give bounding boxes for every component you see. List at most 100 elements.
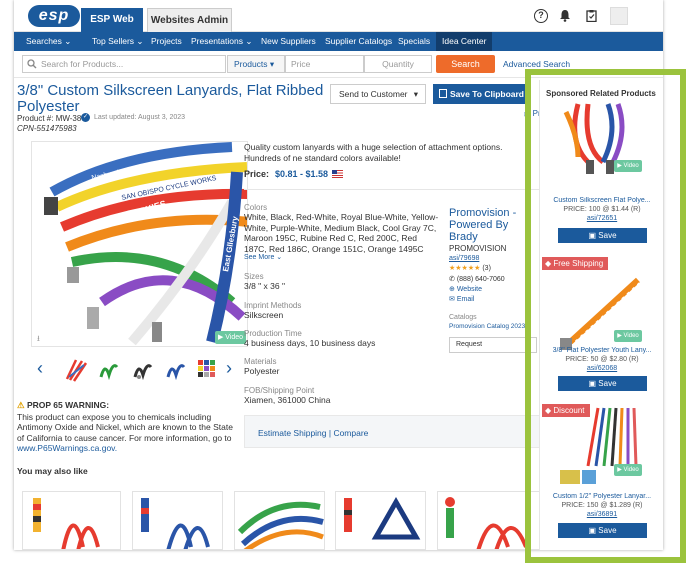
send-label: Send to Customer bbox=[339, 89, 408, 99]
product-description: Quality custom lanyards with a huge sele… bbox=[244, 142, 503, 163]
divider bbox=[244, 189, 540, 190]
sponsored-asi[interactable]: asi/62068 bbox=[543, 365, 661, 372]
clipboard-label: Save To Clipboard bbox=[450, 89, 524, 99]
production-label: Production Time bbox=[244, 329, 302, 338]
supplier-code: PROMOVISION bbox=[449, 244, 507, 253]
may-like-item[interactable] bbox=[437, 491, 539, 550]
nav-item-searches[interactable]: Searches ⌄ bbox=[26, 32, 71, 51]
badge-label: Free Shipping bbox=[553, 259, 604, 268]
warning-icon: ⚠ bbox=[17, 400, 25, 410]
estimate-shipping-link[interactable]: Estimate Shipping | Compare bbox=[258, 428, 368, 438]
main-product-image[interactable]: Nashua Leadership Conference SAN OBISPO … bbox=[31, 141, 248, 347]
nav-item-supplier-catalogs[interactable]: Supplier Catalogs bbox=[325, 32, 392, 51]
thumbnail[interactable] bbox=[64, 357, 89, 382]
supplier-name[interactable]: Promovision - Powered By Brady bbox=[449, 207, 539, 243]
fob-value: Xiamen, 361000 China bbox=[244, 395, 331, 405]
sponsored-name[interactable]: Custom 1/2" Polyester Lanyar... bbox=[543, 493, 661, 500]
video-badge[interactable]: ▶ Video bbox=[614, 464, 642, 476]
caret-down-icon: ▾ bbox=[530, 89, 535, 99]
review-count: (3) bbox=[482, 265, 491, 272]
catalog-link[interactable]: Promovision Catalog 2023 bbox=[449, 323, 525, 330]
category-select[interactable]: Products ▾ bbox=[227, 55, 285, 73]
supplier-card: Promovision - Powered By Brady PROMOVISI… bbox=[441, 200, 541, 361]
imprint-value: Silkscreen bbox=[244, 310, 284, 320]
supplier-asi[interactable]: asi/79698 bbox=[449, 255, 479, 262]
sponsored-asi[interactable]: asi/36891 bbox=[543, 511, 661, 518]
save-label: Save bbox=[598, 231, 617, 240]
supplier-website[interactable]: ⊕ Website bbox=[449, 285, 482, 293]
thumb-prev-arrow[interactable]: ‹ bbox=[37, 358, 43, 379]
bell-icon[interactable] bbox=[558, 9, 572, 23]
thumb-next-arrow[interactable]: › bbox=[226, 358, 232, 379]
video-label: Video bbox=[623, 163, 639, 169]
may-like-item[interactable] bbox=[335, 491, 426, 550]
sponsored-save-button[interactable]: ▣ Save bbox=[558, 523, 647, 538]
tag-icon: ◆ bbox=[545, 406, 552, 415]
sponsored-price: PRICE: 150 @ $1.289 (R) bbox=[561, 502, 643, 509]
search-placeholder: Search for Products... bbox=[41, 59, 124, 69]
video-badge[interactable]: ▶ Video bbox=[614, 160, 642, 172]
price-input[interactable]: Price bbox=[285, 55, 364, 73]
email-label: Email bbox=[456, 296, 475, 303]
advanced-search-link[interactable]: Advanced Search bbox=[503, 55, 570, 73]
colors-value: White, Black, Red-White, Royal Blue-Whit… bbox=[244, 212, 439, 254]
print-icon: ⎙ bbox=[524, 109, 531, 118]
clipboard-icon[interactable] bbox=[584, 9, 598, 23]
materials-label: Materials bbox=[244, 357, 277, 366]
avatar[interactable] bbox=[610, 7, 628, 25]
catalogs-label: Catalogs bbox=[449, 314, 477, 321]
nav-item-new-suppliers[interactable]: New Suppliers bbox=[261, 32, 316, 51]
main-nav: Searches ⌄ Top Sellers ⌄ Projects Presen… bbox=[14, 32, 663, 51]
website-label: Website bbox=[456, 286, 482, 293]
page: esp ESP Web Websites Admin ? Searches ⌄ … bbox=[0, 0, 691, 563]
thumbnail[interactable] bbox=[164, 357, 189, 382]
nav-item-top-sellers[interactable]: Top Sellers ⌄ bbox=[92, 32, 144, 51]
tab-esp-web[interactable]: ESP Web bbox=[81, 8, 143, 32]
search-button[interactable]: Search bbox=[436, 55, 495, 73]
thumbnail[interactable] bbox=[131, 357, 156, 382]
nav-item-projects[interactable]: Projects bbox=[151, 32, 182, 51]
see-more-link[interactable]: See More ⌄ bbox=[244, 253, 282, 264]
esp-logo[interactable]: esp bbox=[28, 5, 80, 27]
warning-link[interactable]: www.P65Warnings.ca.gov. bbox=[17, 443, 239, 454]
thumbnail[interactable] bbox=[97, 357, 122, 382]
save-to-clipboard-button[interactable]: Save To Clipboard ▾ bbox=[433, 84, 535, 104]
supplier-rating[interactable]: ★★★★★ (3) bbox=[449, 264, 491, 272]
download-icon[interactable]: ⭳ bbox=[37, 333, 40, 346]
may-like-item[interactable] bbox=[22, 491, 121, 550]
question-circle-icon[interactable]: ? bbox=[534, 9, 548, 23]
caret-down-icon: ▾ bbox=[413, 89, 418, 99]
sponsored-price: PRICE: 100 @ $1.44 (R) bbox=[563, 206, 641, 213]
search-input[interactable]: Search for Products... bbox=[22, 55, 226, 73]
supplier-phone[interactable]: ✆ (888) 640-7060 bbox=[449, 275, 505, 283]
nav-item-specials[interactable]: Specials bbox=[398, 32, 430, 51]
quantity-input[interactable]: Quantity bbox=[364, 55, 432, 73]
sponsored-image[interactable]: ▶ Video bbox=[558, 272, 646, 352]
sponsored-name[interactable]: 3/8" Flat Polyester Youth Lany... bbox=[543, 347, 661, 354]
save-icon: ▣ bbox=[588, 526, 597, 535]
warning-text: This product can expose you to chemicals… bbox=[17, 411, 233, 443]
tab-websites-admin[interactable]: Websites Admin bbox=[147, 8, 232, 32]
free-shipping-badge: ◆ Free Shipping bbox=[542, 257, 609, 270]
video-badge[interactable]: ▶ Video bbox=[614, 330, 642, 342]
may-like-item[interactable] bbox=[234, 491, 325, 550]
tag-icon: ◆ bbox=[545, 259, 552, 268]
sponsored-image[interactable]: ▶ Video bbox=[558, 406, 646, 486]
sponsored-asi[interactable]: asi/72651 bbox=[543, 215, 661, 222]
globe-icon: ⊕ bbox=[449, 286, 455, 293]
may-like-item[interactable] bbox=[132, 491, 223, 550]
thumbnail[interactable] bbox=[196, 357, 221, 382]
sponsored-save-button[interactable]: ▣ Save bbox=[558, 376, 647, 391]
supplier-email[interactable]: ✉ Email bbox=[449, 295, 474, 303]
nav-item-idea-center[interactable]: Idea Center bbox=[436, 32, 493, 51]
video-label: Video bbox=[623, 333, 639, 339]
sponsored-image[interactable]: ▶ Video bbox=[558, 102, 646, 182]
sponsored-save-button[interactable]: ▣ Save bbox=[558, 228, 647, 243]
send-to-customer-button[interactable]: Send to Customer ▾ bbox=[330, 84, 426, 104]
request-label: Request bbox=[456, 341, 483, 348]
category-value: Products bbox=[234, 59, 268, 69]
video-badge[interactable]: ▶ Video bbox=[215, 331, 246, 344]
sponsored-name[interactable]: Custom Silkscreen Flat Polye... bbox=[543, 197, 661, 204]
nav-item-presentations[interactable]: Presentations ⌄ bbox=[191, 32, 252, 51]
request-select[interactable]: Request ▾ bbox=[449, 337, 537, 353]
